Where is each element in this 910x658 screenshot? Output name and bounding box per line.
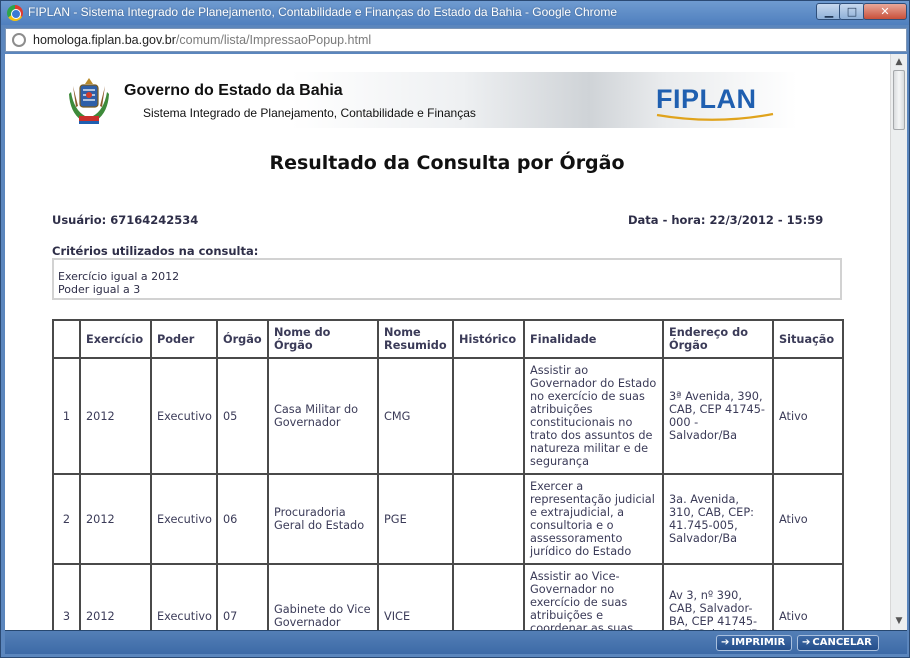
- logo-swoosh-icon: [656, 112, 774, 121]
- column-header-poder: Poder: [150, 319, 218, 359]
- cell-poder: Executivo: [150, 473, 218, 565]
- window-title: FIPLAN - Sistema Integrado de Planejamen…: [28, 5, 618, 19]
- browser-window: FIPLAN - Sistema Integrado de Planejamen…: [0, 0, 910, 658]
- column-header-exercicio: Exercício: [79, 319, 152, 359]
- cell-exercicio: 2012: [79, 357, 152, 475]
- table-row[interactable]: 2 2012 Executivo 06 Procuradoria Geral d…: [52, 473, 844, 565]
- cell-finalidade: Assistir ao Governador do Estado no exer…: [523, 357, 664, 475]
- cell-endereco: 3a. Avenida, 310, CAB, CEP: 41.745-005, …: [662, 473, 774, 565]
- chrome-icon: [7, 5, 23, 21]
- cell-historico: [452, 563, 525, 630]
- cell-endereco: Av 3, nº 390, CAB, Salvador-BA, CEP 4174…: [662, 563, 774, 630]
- table-header-row: Exercício Poder Órgão Nome do Órgão Nome…: [52, 319, 844, 359]
- cell-poder: Executivo: [150, 357, 218, 475]
- bahia-crest-icon: [69, 78, 109, 124]
- page-viewport: Governo do Estado da Bahia Sistema Integ…: [5, 54, 907, 630]
- cell-nome: Gabinete do Vice Governador: [267, 563, 379, 630]
- cell-resumido: PGE: [377, 473, 454, 565]
- cell-situacao: Ativo: [772, 357, 844, 475]
- cancel-label: CANCELAR: [812, 637, 872, 648]
- url-text[interactable]: homologa.fiplan.ba.gov.br/comum/lista/Im…: [33, 33, 371, 47]
- address-bar[interactable]: homologa.fiplan.ba.gov.br/comum/lista/Im…: [5, 28, 907, 52]
- cell-finalidade: Exercer a representação judicial e extra…: [523, 473, 664, 565]
- cell-nome: Casa Militar do Governador: [267, 357, 379, 475]
- scroll-thumb[interactable]: [893, 70, 905, 130]
- cell-orgao: 07: [216, 563, 269, 630]
- cell-exercicio: 2012: [79, 563, 152, 630]
- criteria-box: Exercício igual a 2012 Poder igual a 3: [52, 258, 842, 300]
- column-header-orgao: Órgão: [216, 319, 269, 359]
- action-bar: ➔ IMPRIMIR ➔ CANCELAR: [5, 630, 907, 654]
- url-host: homologa.fiplan.ba.gov.br: [33, 33, 176, 47]
- system-subtitle: Sistema Integrado de Planejamento, Conta…: [143, 106, 476, 120]
- criteria-item: Exercício igual a 2012: [58, 270, 180, 283]
- cell-resumido: VICE: [377, 563, 454, 630]
- arrow-right-icon: ➔: [721, 637, 730, 648]
- page-icon: [12, 33, 26, 47]
- cell-finalidade: Assistir ao Vice-Governador no exercício…: [523, 563, 664, 630]
- cell-index: 3: [52, 563, 81, 630]
- cell-index: 2: [52, 473, 81, 565]
- header-banner: Governo do Estado da Bahia Sistema Integ…: [53, 72, 797, 128]
- cell-endereco: 3ª Avenida, 390, CAB, CEP 41745-000 - Sa…: [662, 357, 774, 475]
- cell-index: 1: [52, 357, 81, 475]
- report-title: Resultado da Consulta por Órgão: [269, 152, 625, 174]
- datetime-label: Data - hora: 22/3/2012 - 15:59: [628, 213, 824, 227]
- government-title: Governo do Estado da Bahia: [124, 82, 343, 99]
- url-path: /comum/lista/ImpressaoPopup.html: [175, 33, 372, 47]
- fiplan-logo: FIPLAN: [656, 84, 757, 114]
- cancel-button[interactable]: ➔ CANCELAR: [797, 635, 879, 651]
- scroll-down-icon[interactable]: ▼: [894, 616, 904, 626]
- column-header-endereco: Endereço do Órgão: [662, 319, 774, 359]
- print-button[interactable]: ➔ IMPRIMIR: [716, 635, 793, 651]
- close-button[interactable]: ✕: [863, 3, 907, 20]
- arrow-right-icon: ➔: [802, 637, 811, 648]
- cell-orgao: 05: [216, 357, 269, 475]
- cell-orgao: 06: [216, 473, 269, 565]
- maximize-button[interactable]: □: [839, 3, 865, 20]
- title-bar[interactable]: FIPLAN - Sistema Integrado de Planejamen…: [1, 1, 909, 25]
- cell-historico: [452, 357, 525, 475]
- cell-nome: Procuradoria Geral do Estado: [267, 473, 379, 565]
- criteria-label: Critérios utilizados na consulta:: [52, 244, 259, 258]
- criteria-item: Poder igual a 3: [58, 283, 141, 296]
- cell-resumido: CMG: [377, 357, 454, 475]
- column-header-resumido: Nome Resumido: [377, 319, 454, 359]
- cell-poder: Executivo: [150, 563, 218, 630]
- cell-situacao: Ativo: [772, 473, 844, 565]
- print-label: IMPRIMIR: [731, 637, 786, 648]
- column-header-situacao: Situação: [772, 319, 844, 359]
- scroll-up-icon[interactable]: ▲: [894, 57, 904, 67]
- column-header-finalidade: Finalidade: [523, 319, 664, 359]
- vertical-scrollbar[interactable]: ▲ ▼: [890, 54, 907, 630]
- column-header-historico: Histórico: [452, 319, 525, 359]
- cell-situacao: Ativo: [772, 563, 844, 630]
- table-row[interactable]: 1 2012 Executivo 05 Casa Militar do Gove…: [52, 357, 844, 475]
- user-label: Usuário: 67164242534: [52, 213, 199, 227]
- column-header-nome: Nome do Órgão: [267, 319, 379, 359]
- column-header-index: [52, 319, 81, 359]
- results-table: Exercício Poder Órgão Nome do Órgão Nome…: [52, 319, 844, 630]
- cell-exercicio: 2012: [79, 473, 152, 565]
- table-row[interactable]: 3 2012 Executivo 07 Gabinete do Vice Gov…: [52, 563, 844, 630]
- cell-historico: [452, 473, 525, 565]
